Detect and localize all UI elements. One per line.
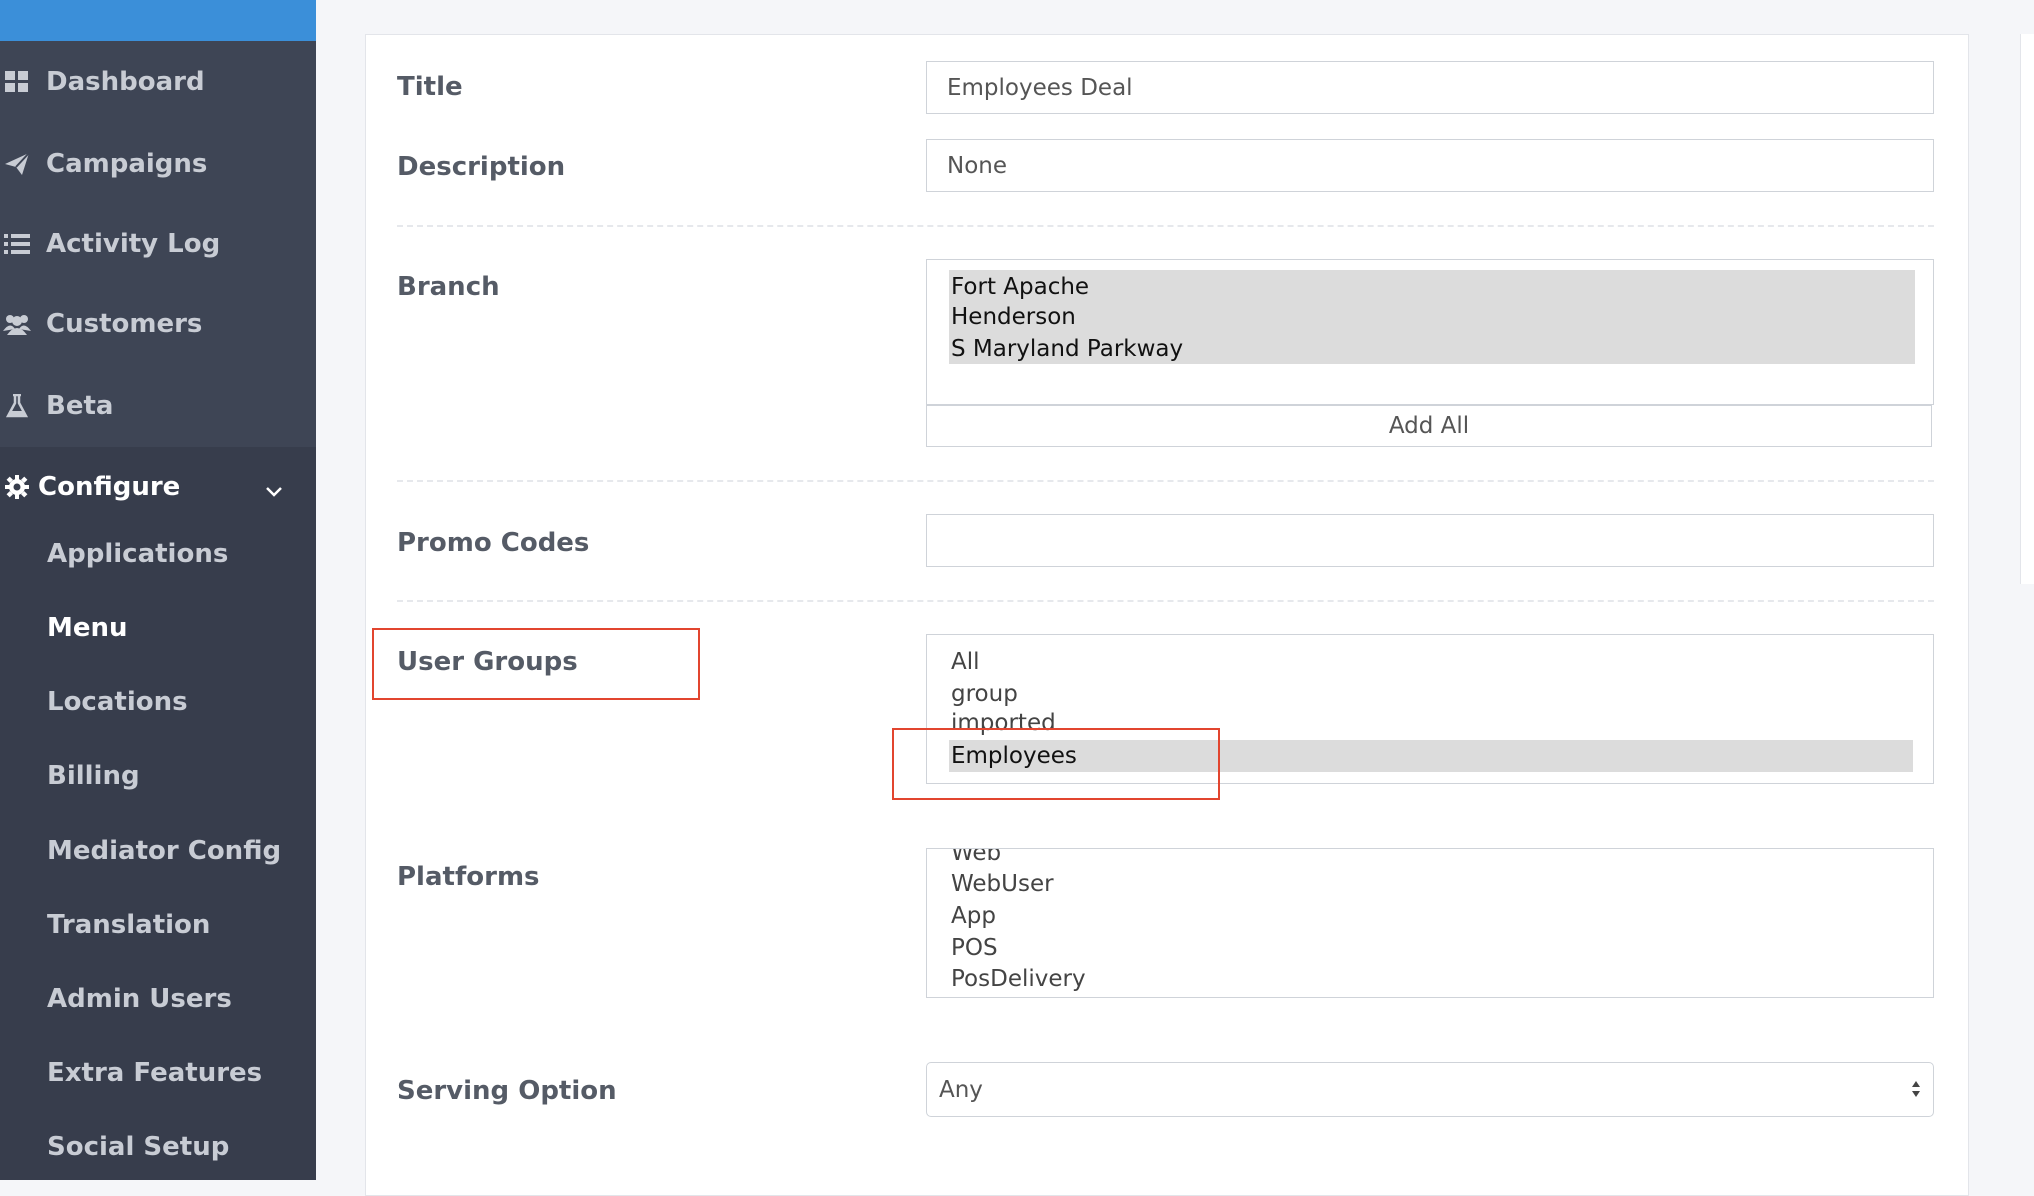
side-panel-edge [2020,34,2034,584]
user-group-option-imported[interactable]: imported [949,707,1913,739]
flask-icon [2,391,32,421]
sidebar-subitem-extra-features[interactable]: Extra Features [47,1058,262,1088]
sidebar-subitem-admin-users[interactable]: Admin Users [47,984,232,1014]
branch-option-henderson[interactable]: Henderson [949,301,1913,333]
platform-option-pos[interactable]: POS [949,932,1913,964]
form-panel [365,34,1969,1196]
platform-option-webuser[interactable]: WebUser [949,868,1913,900]
sidebar-item-configure[interactable]: Configure [0,447,316,527]
title-label: Title [397,72,463,102]
sidebar-item-label: Campaigns [46,149,208,179]
user-groups-label: User Groups [397,647,578,677]
serving-option-value: Any [939,1076,983,1103]
sidebar: Dashboard Campaigns Activity Log Custome… [0,0,316,1180]
divider [397,600,1934,602]
branch-multiselect[interactable]: Fort Apache Henderson S Maryland Parkway [926,259,1934,405]
sidebar-item-customers[interactable]: Customers [0,300,316,348]
chevron-down-icon[interactable] [265,475,283,505]
select-arrows-icon [1909,1077,1923,1101]
sidebar-item-beta[interactable]: Beta [0,382,316,430]
sidebar-item-label: Activity Log [46,229,221,259]
sidebar-item-label: Beta [46,391,114,421]
serving-option-select[interactable]: Any [926,1062,1934,1117]
serving-option-label: Serving Option [397,1076,617,1106]
sidebar-subitem-billing[interactable]: Billing [47,761,140,791]
branch-option-fort-apache[interactable]: Fort Apache [949,271,1913,303]
sidebar-item-label: Configure [38,472,181,502]
sidebar-header-bar [0,0,316,41]
sidebar-item-dashboard[interactable]: Dashboard [0,58,316,106]
sidebar-item-label: Customers [46,309,203,339]
branch-option-s-maryland-parkway[interactable]: S Maryland Parkway [949,333,1913,365]
add-all-button[interactable]: Add All [926,405,1932,447]
description-label: Description [397,152,566,182]
platforms-label: Platforms [397,862,540,892]
promo-codes-input[interactable] [926,514,1934,567]
promo-codes-label: Promo Codes [397,528,590,558]
sidebar-item-campaigns[interactable]: Campaigns [0,140,316,188]
description-input[interactable]: None [926,139,1934,192]
platform-option-web[interactable]: Web [949,849,1913,869]
user-group-option-all[interactable]: All [949,646,1913,678]
users-icon [2,309,32,339]
gear-icon [2,472,32,502]
title-input[interactable]: Employees Deal [926,61,1934,114]
sidebar-subitem-locations[interactable]: Locations [47,687,188,717]
paper-plane-icon [2,149,32,179]
platform-option-app[interactable]: App [949,900,1913,932]
sidebar-subitem-applications[interactable]: Applications [47,539,228,569]
sidebar-subitem-mediator-config[interactable]: Mediator Config [47,836,281,866]
dashboard-icon [2,67,32,97]
list-icon [2,229,32,259]
configure-section: Configure Applications Menu Locations Bi… [0,447,316,1180]
platform-option-posdelivery[interactable]: PosDelivery [949,963,1913,995]
sidebar-item-activity-log[interactable]: Activity Log [0,220,316,268]
user-group-option-group[interactable]: group [949,678,1913,710]
sidebar-subitem-menu[interactable]: Menu [47,613,128,643]
sidebar-subitem-social-setup[interactable]: Social Setup [47,1132,229,1162]
user-groups-multiselect[interactable]: All group imported Employees [926,634,1934,784]
platforms-multiselect[interactable]: Web WebUser App POS PosDelivery [926,848,1934,998]
sidebar-subitem-translation[interactable]: Translation [47,910,210,940]
sidebar-item-label: Dashboard [46,67,205,97]
divider [397,225,1934,227]
divider [397,480,1934,482]
branch-label: Branch [397,272,500,302]
user-group-option-employees[interactable]: Employees [949,740,1913,772]
